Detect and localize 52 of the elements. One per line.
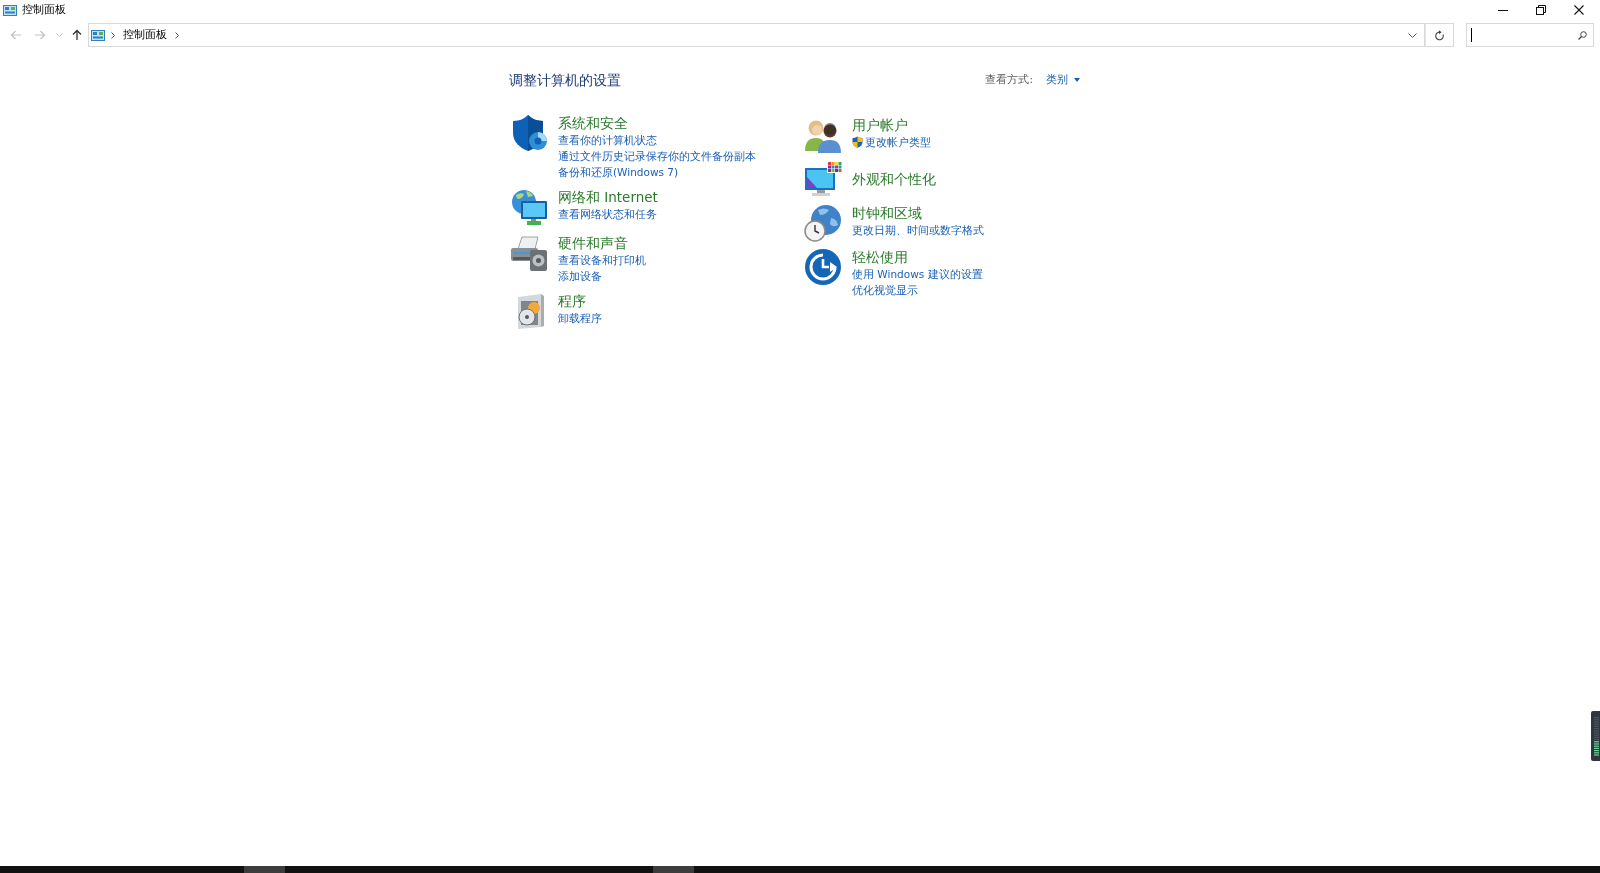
chevron-right-icon xyxy=(111,31,115,39)
chevron-right-icon xyxy=(175,31,179,39)
task-link[interactable]: 使用 Windows 建议的设置 xyxy=(852,266,983,282)
address-bar[interactable]: 控制面板 xyxy=(88,23,1425,47)
refresh-icon xyxy=(1434,29,1445,41)
monitor-palette-icon xyxy=(804,160,842,198)
screen-icon xyxy=(3,4,17,16)
level-meter-icon xyxy=(1591,711,1600,761)
globe-monitor-icon xyxy=(510,188,548,226)
task-link[interactable]: 备份和还原(Windows 7) xyxy=(558,164,679,180)
view-by-label: 查看方式: xyxy=(985,72,1033,88)
chevron-down-icon xyxy=(1407,32,1417,38)
page-heading: 调整计算机的设置 xyxy=(509,71,621,90)
category-link[interactable]: 外观和个性化 xyxy=(852,170,936,188)
shield-icon xyxy=(510,114,548,152)
category-link[interactable]: 时钟和区域 xyxy=(852,204,922,222)
category-link[interactable]: 系统和安全 xyxy=(558,114,628,132)
printer-speaker-icon xyxy=(510,234,548,272)
category-link[interactable]: 轻松使用 xyxy=(852,248,908,266)
task-link[interactable]: 通过文件历史记录保存你的文件备份副本 xyxy=(558,148,756,164)
caret-icon xyxy=(1074,78,1080,82)
task-link[interactable]: 优化视觉显示 xyxy=(852,282,918,298)
back-arrow-icon xyxy=(10,30,22,40)
minimize-icon xyxy=(1498,9,1508,11)
forward-arrow-icon xyxy=(34,30,46,40)
category-link[interactable]: 硬件和声音 xyxy=(558,234,628,252)
breadcrumb-item[interactable]: 控制面板 xyxy=(123,26,167,44)
task-link[interactable]: 卸载程序 xyxy=(558,310,602,326)
category-link[interactable]: 用户帐户 xyxy=(852,116,908,134)
task-link[interactable]: 查看你的计算机状态 xyxy=(558,132,657,148)
screen-icon xyxy=(91,29,105,41)
chevron-down-icon xyxy=(55,33,63,37)
uac-shield-icon xyxy=(852,136,863,148)
view-mode-dropdown[interactable]: 类别 xyxy=(1046,72,1080,88)
refresh-button[interactable] xyxy=(1425,23,1454,47)
search-icon xyxy=(1578,30,1587,40)
taskbar-button[interactable] xyxy=(653,866,694,873)
search-field[interactable] xyxy=(1466,23,1594,47)
taskbar-button[interactable] xyxy=(244,866,285,873)
task-link[interactable]: 更改帐户类型 xyxy=(852,134,931,150)
text-cursor-icon xyxy=(1471,28,1472,42)
up-arrow-icon xyxy=(72,29,82,41)
restore-icon xyxy=(1536,5,1546,15)
close-icon xyxy=(1574,5,1584,15)
task-link[interactable]: 更改日期、时间或数字格式 xyxy=(852,222,984,238)
task-link[interactable]: 添加设备 xyxy=(558,268,602,284)
task-link[interactable]: 查看网络状态和任务 xyxy=(558,206,657,222)
window-title: 控制面板 xyxy=(22,3,66,17)
globe-clock-icon xyxy=(804,204,842,242)
category-link[interactable]: 网络和 Internet xyxy=(558,188,658,206)
task-link[interactable]: 查看设备和打印机 xyxy=(558,252,646,268)
category-link[interactable]: 程序 xyxy=(558,292,586,310)
